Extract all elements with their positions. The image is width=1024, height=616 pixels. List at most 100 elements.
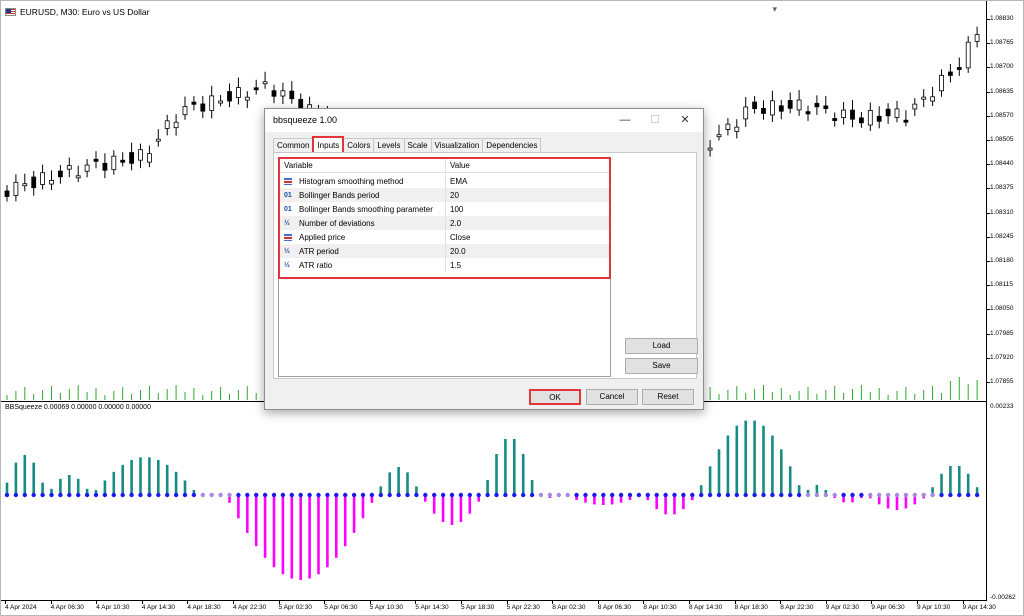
squeeze-dot	[690, 492, 695, 498]
squeeze-dot	[796, 492, 802, 498]
squeeze-dot	[538, 492, 544, 498]
candle-body	[921, 96, 927, 100]
load-button[interactable]: Load	[625, 338, 698, 354]
int-icon: 01	[284, 205, 292, 213]
param-name: Bollinger Bands smoothing parameter	[299, 204, 433, 214]
candle-body	[725, 123, 731, 130]
time-label: 5 Apr 14:30	[415, 604, 449, 611]
squeeze-dot	[663, 492, 668, 498]
price-label: 1.08310	[990, 208, 1014, 216]
param-name: Number of deviations	[299, 218, 375, 228]
candle-body	[271, 90, 277, 97]
save-button[interactable]: Save	[625, 358, 698, 374]
time-label: 5 Apr 02:30	[278, 604, 312, 611]
tab-visualization[interactable]: Visualization	[430, 138, 484, 152]
time-label: 4 Apr 14:30	[141, 604, 176, 611]
candle-body	[173, 121, 179, 129]
price-label: 1.08440	[990, 160, 1014, 168]
table-row[interactable]: Applied price Close	[280, 230, 609, 244]
squeeze-dot	[307, 492, 312, 498]
squeeze-dot	[547, 492, 553, 498]
time-label: 5 Apr 18:30	[461, 604, 495, 611]
indicator-scale-label: -0.00262	[990, 594, 1016, 601]
candle-body	[138, 149, 143, 161]
squeeze-dot	[601, 492, 606, 498]
squeeze-dot	[191, 492, 197, 498]
squeeze-dot	[868, 492, 873, 498]
close-button[interactable]: ✕	[675, 112, 695, 128]
maximize-button[interactable]: ☐	[645, 112, 665, 128]
squeeze-dot	[877, 492, 882, 498]
candle-body	[84, 164, 90, 172]
tab-levels[interactable]: Levels	[373, 138, 405, 152]
squeeze-dot	[823, 492, 828, 498]
candle-body	[58, 170, 63, 178]
squeeze-dot	[770, 492, 775, 498]
time-label: 9 Apr 02:30	[825, 604, 860, 611]
time-label: 4 Apr 22:30	[233, 604, 267, 611]
chart-title: EURUSD, M30: Euro vs US Dollar	[20, 7, 150, 17]
param-name: Applied price	[299, 232, 346, 242]
table-row[interactable]: ½ ATR ratio 1.5	[280, 258, 609, 272]
tab-colors[interactable]: Colors	[343, 138, 375, 152]
squeeze-dot	[814, 492, 820, 498]
tab-inputs[interactable]: Inputs	[312, 136, 345, 152]
param-value[interactable]: 20	[446, 191, 609, 200]
bbsqueeze-indicator-pane[interactable]	[1, 402, 986, 600]
param-value[interactable]: 20.0	[446, 247, 609, 256]
param-value[interactable]: EMA	[446, 177, 609, 186]
dialog-titlebar[interactable]: bbsqueeze 1.00 — ☐ ✕	[265, 109, 703, 132]
squeeze-dot	[636, 492, 642, 498]
ok-button[interactable]: OK	[529, 389, 581, 405]
squeeze-dot	[957, 492, 962, 498]
squeeze-dot	[111, 492, 117, 498]
table-row[interactable]: 01 Bollinger Bands smoothing parameter 10…	[280, 202, 609, 216]
column-header-value: Value	[450, 161, 470, 170]
candle-body	[832, 118, 838, 121]
cancel-button[interactable]: Cancel	[586, 389, 638, 405]
time-axis[interactable]: 4 Apr 2024 4 Apr 06:30 4 Apr 10:30 4 Apr 14…	[1, 600, 996, 616]
candle-body	[13, 181, 19, 196]
tab-common[interactable]: Common	[273, 138, 314, 152]
param-value[interactable]: 2.0	[446, 219, 609, 228]
candle-body	[93, 158, 99, 162]
tab-scale[interactable]: Scale	[403, 138, 432, 152]
param-value[interactable]: Close	[446, 233, 609, 242]
squeeze-dot	[654, 492, 659, 498]
squeeze-dot	[743, 492, 748, 498]
squeeze-dot	[182, 492, 188, 498]
time-label: 5 Apr 06:30	[324, 604, 358, 611]
candle-body	[974, 34, 980, 42]
tab-dependencies[interactable]: Dependencies	[482, 138, 542, 152]
table-row[interactable]: ½ Number of deviations 2.0	[280, 216, 609, 230]
candle-body	[262, 81, 268, 85]
candle-body	[752, 101, 757, 110]
candle-body	[227, 91, 232, 102]
time-label: 5 Apr 10:30	[369, 604, 404, 611]
squeeze-dot	[387, 492, 392, 498]
price-axis[interactable]: 1.08830 1.08765 1.08700 1.08635 1.08570 1.085…	[986, 1, 1024, 601]
indicator-label: BBSqueeze 0.00069 0.00000 0.00000 0.0000…	[5, 404, 151, 411]
candle-body	[146, 153, 152, 163]
param-value[interactable]: 100	[446, 205, 609, 214]
candle-body	[956, 67, 962, 70]
candle-body	[894, 108, 900, 118]
table-row[interactable]: ½ ATR period 20.0	[280, 244, 609, 258]
table-row[interactable]: Histogram smoothing method EMA	[280, 174, 609, 188]
squeeze-dot	[102, 492, 108, 498]
squeeze-dot	[316, 492, 321, 498]
int-icon: 01	[284, 191, 292, 199]
reset-button[interactable]: Reset	[642, 389, 694, 405]
squeeze-dot	[521, 492, 526, 498]
collapse-arrow-icon[interactable]: ▾	[772, 4, 777, 15]
squeeze-dot	[476, 492, 481, 498]
candle-body	[22, 183, 28, 187]
squeeze-dot	[627, 492, 633, 498]
param-value[interactable]: 1.5	[446, 261, 609, 270]
price-label: 1.08700	[990, 63, 1014, 71]
squeeze-dot	[22, 492, 27, 498]
minimize-button[interactable]: —	[615, 112, 635, 128]
table-row[interactable]: 01 Bollinger Bands period 20	[280, 188, 609, 202]
squeeze-dot	[699, 492, 704, 498]
squeeze-dot	[209, 492, 214, 498]
